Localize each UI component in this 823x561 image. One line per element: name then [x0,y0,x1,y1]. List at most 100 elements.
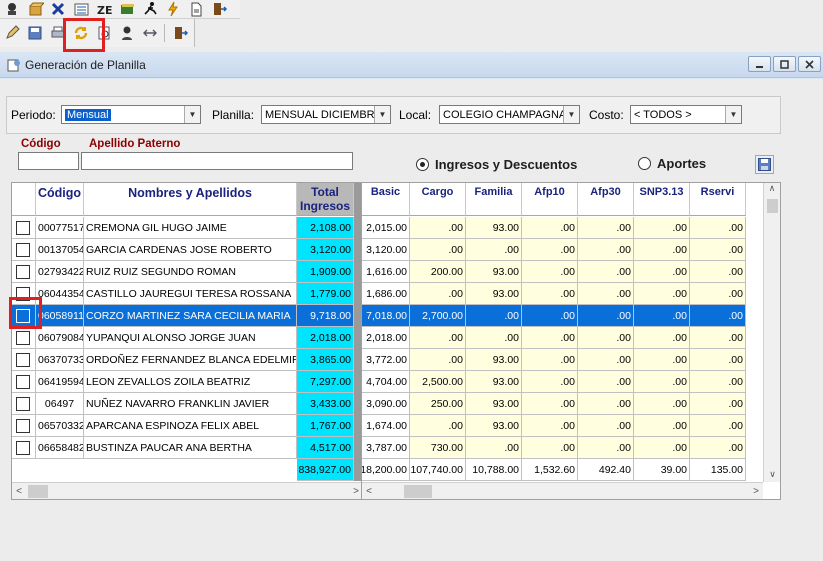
list-button[interactable] [70,0,92,19]
apellido-search-input[interactable] [81,152,353,170]
row-checkbox[interactable] [16,440,30,455]
column-header-familia[interactable]: Familia [466,183,522,216]
user-search-icon [7,3,16,15]
column-header-cargo[interactable]: Cargo [410,183,466,216]
scroll-right-icon[interactable]: > [749,486,763,497]
column-header-total[interactable]: Total Ingresos [297,183,354,216]
column-total: 10,788.00 [466,459,522,481]
cell-cargo: 200.00 [410,261,466,283]
save-icon [28,26,41,40]
close-button[interactable] [798,56,821,72]
radio-aportes[interactable]: Aportes [638,156,706,171]
right-grid-hscrollbar[interactable]: < > [362,482,763,499]
scroll-up-icon[interactable]: ∧ [764,183,780,197]
costo-label: Costo: [589,108,624,122]
scroll-down-icon[interactable]: ∨ [764,469,780,480]
save-button[interactable] [24,23,46,43]
minimize-button[interactable] [748,56,771,72]
filter-panel: Periodo: Mensual ▼ Planilla: MENSUAL DIC… [6,96,781,134]
row-checkbox[interactable] [16,330,30,345]
row-checkbox[interactable] [16,264,30,279]
maximize-button[interactable] [773,56,796,72]
scroll-thumb[interactable] [404,484,432,498]
column-total: 1,532.60 [522,459,578,481]
user-search-button[interactable] [1,0,23,19]
window-app-icon [6,57,22,73]
arrows-icon [142,29,157,37]
row-total: 1,767.00 [297,415,354,437]
save-button[interactable] [755,155,774,174]
row-checkbox-cell[interactable] [12,371,36,393]
row-checkbox[interactable] [16,374,30,389]
save-icon [758,158,771,171]
radio-ingresos[interactable]: Ingresos y Descuentos [416,157,577,172]
row-checkbox[interactable] [16,396,30,411]
cell-familia: .00 [466,437,522,459]
cell-familia: .00 [466,327,522,349]
row-codigo: 06570332 [36,415,84,437]
row-checkbox-cell[interactable] [12,437,36,459]
row-checkbox-cell[interactable] [12,393,36,415]
pencil-button[interactable] [1,23,23,43]
row-checkbox-cell[interactable] [12,239,36,261]
column-header-basic[interactable]: Basic [362,183,410,216]
row-checkbox[interactable] [16,220,30,235]
column-header-afp30[interactable]: Afp30 [578,183,634,216]
periodo-select[interactable]: Mensual ▼ [61,105,201,124]
ze-button[interactable]: ZE [93,0,115,19]
column-header-snp313[interactable]: SNP3.13 [634,183,690,216]
row-checkbox-cell[interactable] [12,327,36,349]
cell-rservi: .00 [690,239,746,261]
row-checkbox-cell[interactable] [12,349,36,371]
row-nombre: BUSTINZA PAUCAR ANA BERTHA [84,437,297,459]
codigo-search-input[interactable] [18,152,79,170]
arrows-button[interactable] [139,23,161,43]
box-button[interactable] [24,0,46,19]
row-checkbox[interactable] [16,242,30,257]
lightning-button[interactable] [162,0,184,19]
row-total: 1,909.00 [297,261,354,283]
exit-door-button[interactable] [169,23,191,43]
book-button[interactable] [116,0,138,19]
column-header-nombres[interactable]: Nombres y Apellidos [84,183,297,216]
left-grid-hscrollbar[interactable]: < > [12,482,363,499]
scroll-left-icon[interactable]: < [12,486,26,497]
scroll-left-icon[interactable]: < [362,486,376,497]
cell-rservi: .00 [690,437,746,459]
cell-afp10: .00 [522,239,578,261]
local-select[interactable]: COLEGIO CHAMPAGNAT ▼ [439,105,580,124]
row-checkbox[interactable] [16,352,30,367]
scroll-thumb[interactable] [28,484,48,498]
delete-button[interactable] [47,0,69,19]
column-header-codigo[interactable]: Código [36,183,84,216]
row-checkbox[interactable] [16,418,30,433]
cell-snp313: .00 [634,371,690,393]
row-checkbox-cell[interactable] [12,415,36,437]
row-codigo: 06419594 [36,371,84,393]
planilla-select[interactable]: MENSUAL DICIEMBRE 2 ▼ [261,105,391,124]
column-header-rservi[interactable]: Rservi [690,183,746,216]
chevron-down-icon[interactable]: ▼ [563,106,579,123]
scroll-thumb[interactable] [766,199,778,213]
column-header-afp10[interactable]: Afp10 [522,183,578,216]
cell-rservi: .00 [690,393,746,415]
cell-rservi: .00 [690,327,746,349]
right-grid-vscrollbar[interactable]: ∧ ∨ [763,183,780,482]
chevron-down-icon[interactable]: ▼ [184,106,200,123]
row-checkbox-cell[interactable] [12,217,36,239]
cell-cargo: .00 [410,239,466,261]
box-icon [29,2,44,16]
chevron-down-icon[interactable]: ▼ [725,106,741,123]
chevron-down-icon[interactable]: ▼ [374,106,390,123]
document-button[interactable] [185,0,207,19]
costo-select[interactable]: < TODOS > ▼ [630,105,742,124]
cell-afp30: .00 [578,415,634,437]
runner-button[interactable] [139,0,161,19]
cell-rservi: .00 [690,217,746,239]
runner-icon [143,2,157,15]
exit-door-icon [174,27,188,39]
exit-door-button[interactable] [208,0,230,19]
user-button[interactable] [116,23,138,43]
book-icon [120,4,134,14]
row-checkbox-cell[interactable] [12,261,36,283]
